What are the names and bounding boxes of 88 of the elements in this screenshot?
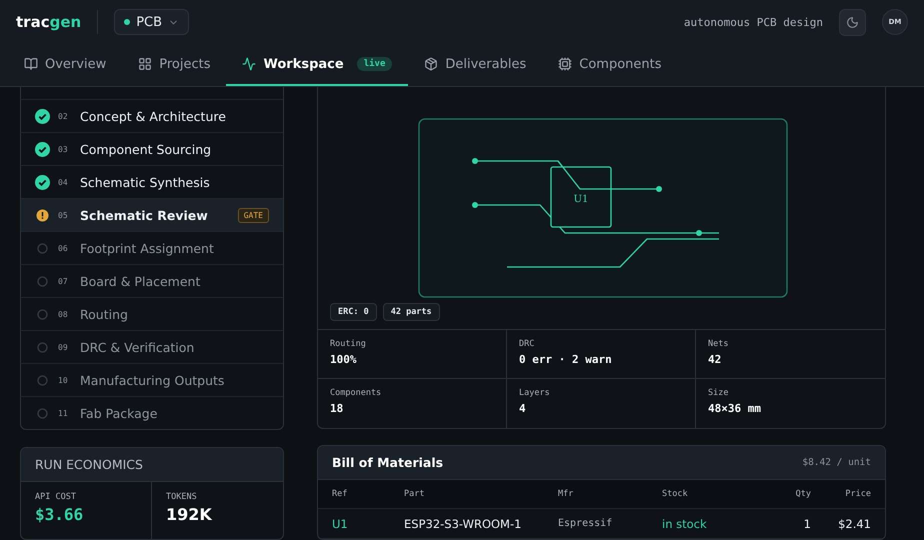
live-badge: live — [356, 57, 392, 71]
theme-toggle-button[interactable] — [839, 8, 866, 36]
pipeline-step[interactable]: 08 Routing — [21, 297, 283, 330]
metric-label: TOKENS — [166, 492, 198, 502]
nav-tab[interactable]: Deliverables — [408, 44, 542, 86]
step-number: 04 — [58, 178, 69, 186]
pipeline-step[interactable]: 07 Board & Placement — [21, 264, 283, 297]
step-label: Routing — [80, 306, 129, 322]
unit-price: $8.42 / unit — [802, 457, 871, 468]
column-header: Part — [404, 489, 426, 499]
column-header: Price — [844, 489, 871, 499]
card-title: RUN ECONOMICS — [35, 457, 143, 472]
stat-value: 42 — [708, 353, 722, 366]
step-number: 02 — [58, 112, 69, 120]
chip-icon — [558, 57, 572, 71]
table-cell-text: 1 — [802, 516, 811, 530]
book-icon — [24, 57, 38, 71]
step-number: 06 — [58, 244, 69, 252]
nav-tab[interactable]: Projects — [122, 44, 226, 86]
empty-circle-icon — [35, 274, 50, 288]
pulse-icon — [242, 57, 256, 71]
metric-value: 192K — [166, 505, 213, 524]
empty-circle-icon — [35, 372, 50, 388]
table-cell-text: in stock — [662, 516, 708, 530]
empty-circle-icon — [35, 306, 50, 322]
pipeline-step[interactable]: 09 DRC & Verification — [21, 330, 283, 363]
step-number: 10 — [58, 376, 69, 384]
project-select[interactable]: PCB — [114, 9, 190, 35]
stat-value: 0 err · 2 warn — [519, 353, 613, 366]
moon-icon — [846, 16, 859, 28]
stat-value: 100% — [330, 353, 358, 366]
stat-label: Nets — [708, 339, 730, 349]
pipeline-step[interactable]: 11 Fab Package — [21, 396, 283, 429]
stat-label: Components — [330, 388, 382, 398]
stat-value: 18 — [330, 402, 344, 415]
table-cell-text: U1 — [332, 516, 349, 530]
empty-circle-icon — [35, 406, 50, 420]
status-badge: 42 parts — [382, 303, 440, 321]
step-number: 11 — [58, 408, 69, 418]
step-number: 07 — [58, 276, 69, 286]
check-circle-icon — [35, 142, 50, 156]
grid-icon — [138, 57, 152, 71]
stat-label: Layers — [519, 388, 551, 398]
pipeline-step[interactable]: 10 Manufacturing Outputs — [21, 363, 283, 396]
nav-tab[interactable]: Components — [542, 44, 678, 86]
step-number: 09 — [58, 342, 69, 352]
step-label: Component Sourcing — [80, 142, 212, 156]
pipeline-step[interactable]: 05 Schematic Review GATE — [21, 198, 283, 231]
stat-value: 48×36 mm — [708, 402, 762, 415]
step-label: Schematic Review — [80, 208, 209, 222]
step-label: Footprint Assignment — [80, 240, 215, 256]
stat-label: DRC — [519, 339, 536, 349]
column-header: Ref — [332, 489, 348, 499]
check-circle-icon — [35, 174, 50, 190]
stat-label: Routing — [330, 339, 367, 349]
status-badge: ERC: 0 — [330, 303, 377, 321]
step-number: 03 — [58, 144, 69, 154]
tagline: autonomous PCB design — [684, 16, 823, 28]
empty-circle-icon — [35, 240, 50, 256]
column-header: Mfr — [558, 489, 574, 499]
stat-value: 4 — [519, 402, 527, 415]
column-header: Stock — [662, 489, 689, 499]
step-label: Fab Package — [80, 406, 158, 420]
metric-label: API COST — [35, 492, 77, 502]
pipeline-step[interactable]: 02 Concept & Architecture — [21, 99, 283, 132]
table-cell-text: $2.41 — [837, 516, 871, 530]
step-label: Concept & Architecture — [80, 108, 227, 124]
step-number: 05 — [58, 210, 69, 220]
pipeline-step[interactable]: 03 Component Sourcing — [21, 132, 283, 165]
step-number: 08 — [58, 310, 69, 318]
table-cell-text: ESP32-S3-WROOM-1 — [404, 516, 522, 530]
step-label: DRC & Verification — [80, 340, 196, 354]
pipeline-step[interactable]: 06 Footprint Assignment — [21, 231, 283, 264]
box-icon — [424, 57, 438, 71]
check-circle-icon — [35, 108, 50, 124]
metric-value: $3.66 — [35, 505, 84, 524]
empty-circle-icon — [35, 340, 50, 354]
card-title: Bill of Materials — [332, 455, 444, 470]
table-cell-text: Espressif — [558, 518, 614, 529]
column-header: Qty — [794, 489, 811, 499]
nav-tab[interactable]: Overview — [8, 44, 122, 86]
warning-icon — [35, 208, 50, 222]
step-label: Manufacturing Outputs — [80, 372, 226, 388]
stat-label: Size — [708, 388, 730, 398]
step-label: Schematic Synthesis — [80, 174, 211, 190]
logo: tracgen — [16, 10, 98, 34]
step-label: Board & Placement — [80, 274, 202, 288]
gate-badge: GATE — [238, 208, 269, 222]
